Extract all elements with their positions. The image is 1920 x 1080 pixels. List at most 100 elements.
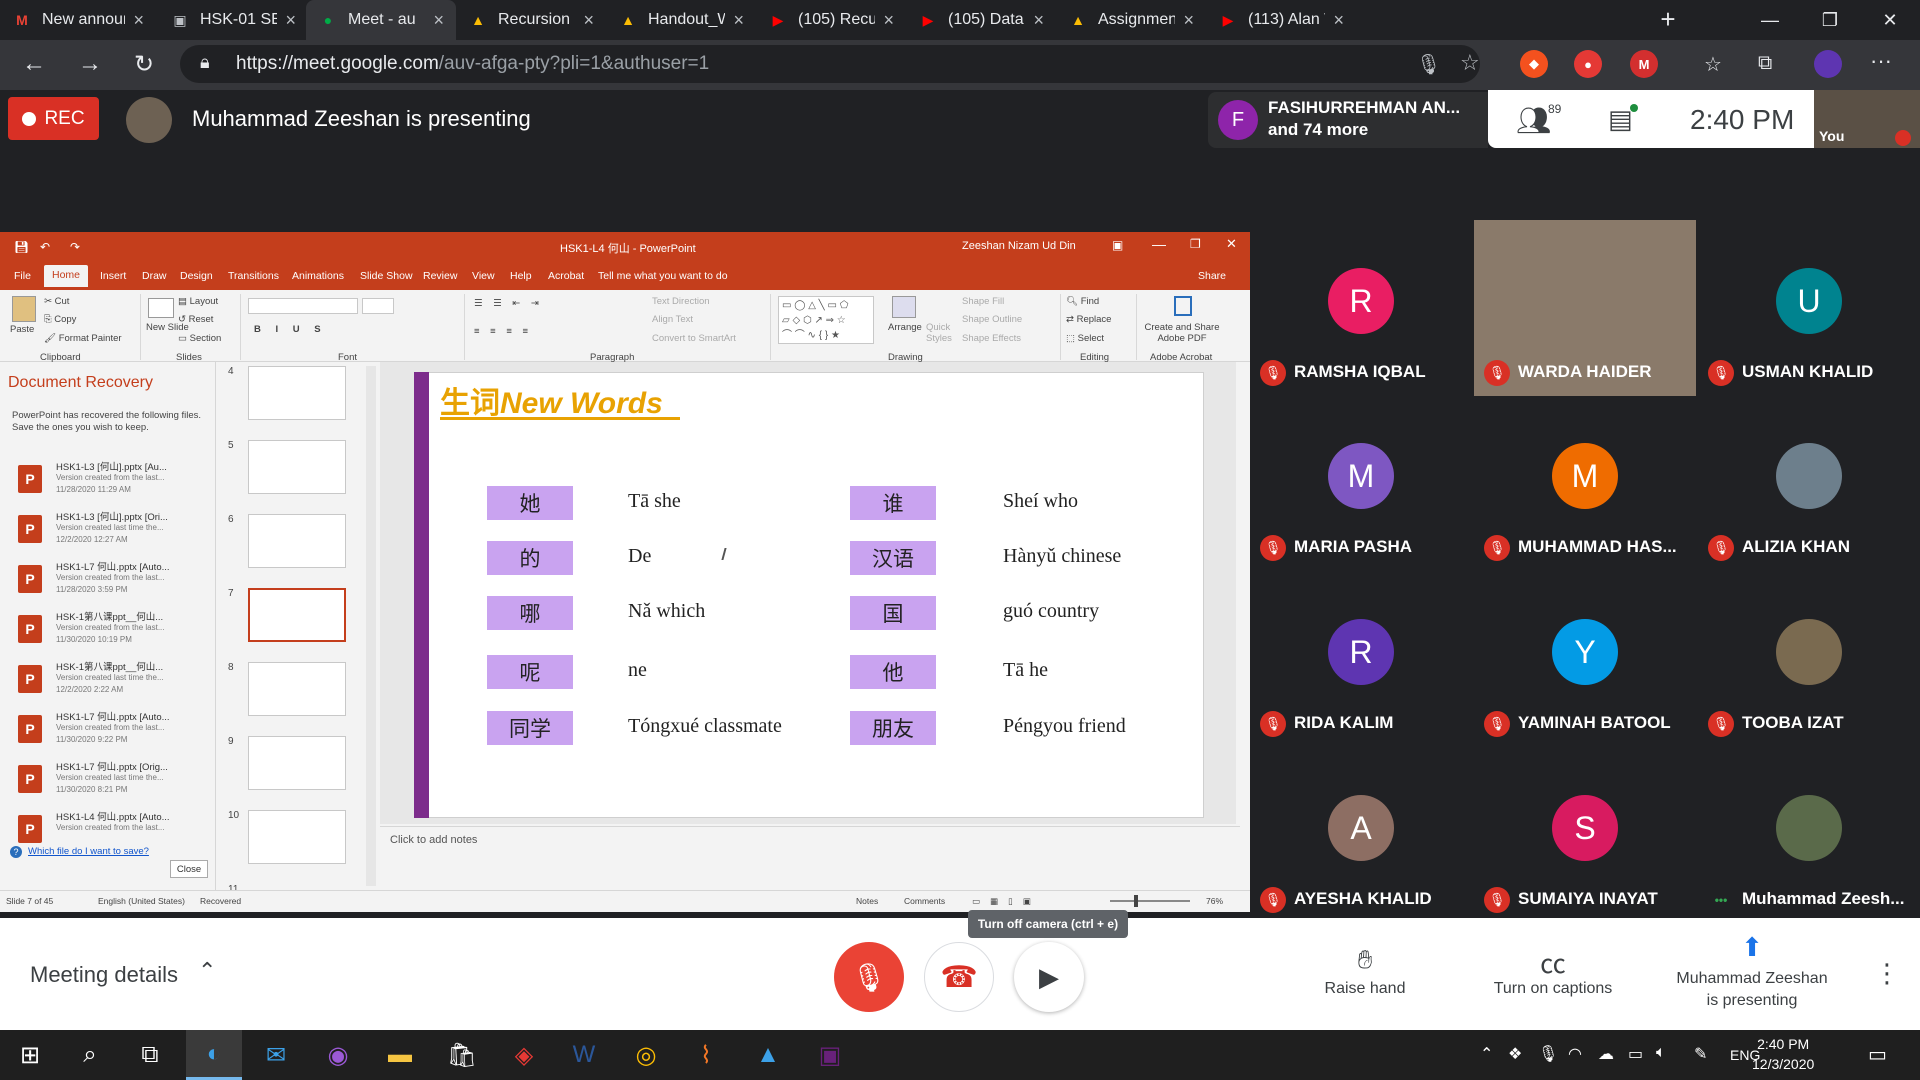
select-button[interactable]: ⬚ Select: [1066, 333, 1104, 344]
slide-thumbnail[interactable]: [248, 588, 346, 642]
shapes-gallery[interactable]: ▭ ◯ △ ╲ ▭ ⬠ ▱ ◇ ⬡ ↗ ⇒ ☆ ⌒ ⌒ ∿ { } ★: [778, 296, 874, 344]
copy-button[interactable]: ⎘ Copy: [44, 314, 76, 325]
status-notes-button[interactable]: Notes: [856, 896, 878, 906]
ribbon-display-icon[interactable]: ▣: [1112, 238, 1123, 252]
pen-icon[interactable]: ✎: [1694, 1044, 1707, 1064]
ribbon-tab[interactable]: File: [14, 270, 31, 282]
notifications-icon[interactable]: ▭: [1868, 1042, 1887, 1067]
view-buttons[interactable]: ▭▦▯▣: [972, 896, 1041, 907]
tray-chevron-icon[interactable]: ⌃: [1480, 1044, 1493, 1064]
chrome-icon[interactable]: ◎: [618, 1030, 674, 1080]
browser-tab[interactable]: ▲ Assignment1 - ×: [1056, 0, 1206, 40]
profile-avatar[interactable]: [1814, 50, 1842, 78]
back-button[interactable]: ←: [16, 46, 52, 82]
captions-button[interactable]: ㏄ Turn on captions: [1478, 944, 1628, 998]
save-icon[interactable]: 💾︎: [14, 240, 29, 254]
edge-browser-icon[interactable]: ◐: [186, 1030, 242, 1080]
undo-icon[interactable]: ↶: [40, 240, 50, 254]
recovery-help-link[interactable]: Which file do I want to save?: [28, 846, 149, 857]
hang-up-button[interactable]: ☎︎: [924, 942, 994, 1012]
align-text-button[interactable]: Align Text: [652, 314, 693, 325]
minimize-button[interactable]: —: [1740, 0, 1800, 40]
word-icon[interactable]: W: [556, 1030, 612, 1080]
task-view-icon[interactable]: ⧉: [122, 1030, 178, 1080]
collections-icon[interactable]: ⧉: [1758, 52, 1772, 75]
people-icon[interactable]: 👥︎: [1516, 104, 1552, 137]
shape-effects-button[interactable]: Shape Effects: [962, 333, 1021, 344]
close-window-button[interactable]: ✕: [1860, 0, 1920, 40]
mic-icon[interactable]: 🎙︎: [1416, 52, 1441, 77]
ribbon-tab[interactable]: Slide Show: [360, 270, 413, 282]
media-app-icon[interactable]: ◉: [310, 1030, 366, 1080]
paste-button[interactable]: Paste: [10, 324, 34, 335]
ribbon-tab[interactable]: Help: [510, 270, 532, 282]
participant-tile[interactable]: R 🎙︎ RAMSHA IQBAL: [1250, 220, 1472, 396]
lock-icon[interactable]: 🔒︎: [200, 52, 210, 73]
reload-button[interactable]: ↻: [126, 46, 162, 82]
file-explorer-icon[interactable]: ▬: [372, 1030, 428, 1080]
ribbon-tab[interactable]: View: [472, 270, 495, 282]
zoom-slider[interactable]: [1110, 900, 1190, 902]
slide-scrollbar[interactable]: [1236, 362, 1250, 824]
taskbar-clock[interactable]: 2:40 PM 12/3/2020: [1752, 1034, 1814, 1074]
shape-outline-button[interactable]: Shape Outline: [962, 314, 1022, 325]
participant-tile[interactable]: ••• Muhammad Zeesh...: [1698, 747, 1920, 923]
font-size-select[interactable]: [362, 298, 394, 314]
ppt-maximize-button[interactable]: ❐: [1190, 237, 1201, 251]
extension-icon[interactable]: M: [1630, 50, 1658, 78]
extension-icon[interactable]: ◆: [1520, 50, 1548, 78]
windows-start-icon[interactable]: ⊞: [2, 1030, 58, 1080]
participant-tile[interactable]: 🎙︎ WARDA HAIDER: [1474, 220, 1696, 396]
maximize-button[interactable]: ❐: [1800, 0, 1860, 40]
close-tab-icon[interactable]: ×: [433, 10, 444, 31]
reset-button[interactable]: ↺ Reset: [178, 314, 213, 325]
meet-taskbar-icon[interactable]: ◈: [496, 1030, 552, 1080]
text-direction-button[interactable]: Text Direction: [652, 296, 710, 307]
participant-tile[interactable]: A 🎙︎ AYESHA KHALID: [1250, 747, 1472, 923]
onedrive-icon[interactable]: ☁: [1598, 1044, 1614, 1064]
adobe-pdf-icon[interactable]: [1174, 296, 1192, 316]
slide-thumbnail[interactable]: [248, 810, 346, 864]
recovery-close-button[interactable]: Close: [170, 860, 208, 878]
quick-styles-button[interactable]: Quick Styles: [926, 322, 952, 344]
extension-icon[interactable]: ●: [1574, 50, 1602, 78]
ribbon-tab[interactable]: Draw: [142, 270, 167, 282]
ribbon-tab[interactable]: Insert: [100, 270, 126, 282]
search-icon[interactable]: ⌕: [62, 1030, 118, 1080]
camera-toggle-button[interactable]: ▶︎: [1014, 942, 1084, 1012]
recovery-item[interactable]: P HSK1-L7 何山.pptx [Auto... Version created…: [14, 709, 214, 755]
browser-tab[interactable]: M New announce ×: [0, 0, 156, 40]
browser-tab[interactable]: ▶ (105) Recursive ×: [756, 0, 906, 40]
recovery-item[interactable]: P HSK1-L7 何山.pptx [Auto... Version created…: [14, 559, 214, 605]
ribbon-tab[interactable]: Review: [423, 270, 457, 282]
slide-thumbnail[interactable]: [248, 514, 346, 568]
participant-tile[interactable]: M 🎙︎ MUHAMMAD HAS...: [1474, 395, 1696, 571]
ribbon-tab[interactable]: Animations: [292, 270, 344, 282]
ribbon-tab[interactable]: Acrobat: [548, 270, 584, 282]
raise-hand-button[interactable]: ✋︎ Raise hand: [1310, 944, 1420, 998]
current-slide[interactable]: [414, 372, 1204, 818]
volume-icon[interactable]: 🔈︎: [1656, 1044, 1666, 1062]
arrange-icon[interactable]: [892, 296, 916, 318]
ppt-minimize-button[interactable]: —: [1152, 236, 1166, 252]
wifi-icon[interactable]: ◠: [1568, 1044, 1582, 1064]
redo-icon[interactable]: ↷: [70, 240, 80, 254]
ppt-share-button[interactable]: Share: [1198, 270, 1226, 282]
ribbon-tab[interactable]: Transitions: [228, 270, 279, 282]
font-name-select[interactable]: [248, 298, 358, 314]
list-buttons[interactable]: ☰ ☰ ⇤ ⇥: [474, 298, 543, 309]
recovery-item[interactable]: P HSK1-L3 [何山].pptx [Au... Version created…: [14, 459, 214, 505]
close-tab-icon[interactable]: ×: [1033, 10, 1044, 31]
slide-thumbnail[interactable]: [248, 366, 346, 420]
find-button[interactable]: 🔍︎ Find: [1066, 296, 1099, 307]
forward-button[interactable]: →: [72, 46, 108, 82]
ribbon-tab[interactable]: Home: [44, 265, 89, 287]
dropbox-icon[interactable]: ❖: [1508, 1044, 1522, 1064]
browser-tab[interactable]: ▣ HSK-01 SE ×: [158, 0, 308, 40]
battery-icon[interactable]: ▭: [1628, 1044, 1643, 1064]
participant-tile[interactable]: 🎙︎ TOOBA IZAT: [1698, 571, 1920, 747]
status-zoom[interactable]: 76%: [1206, 896, 1223, 906]
create-pdf-button[interactable]: Create and Share Adobe PDF: [1142, 322, 1222, 344]
browser-tab[interactable]: ▶ (105) Data Stru ×: [906, 0, 1056, 40]
browser-tab[interactable]: ● Meet - au ×: [306, 0, 456, 40]
